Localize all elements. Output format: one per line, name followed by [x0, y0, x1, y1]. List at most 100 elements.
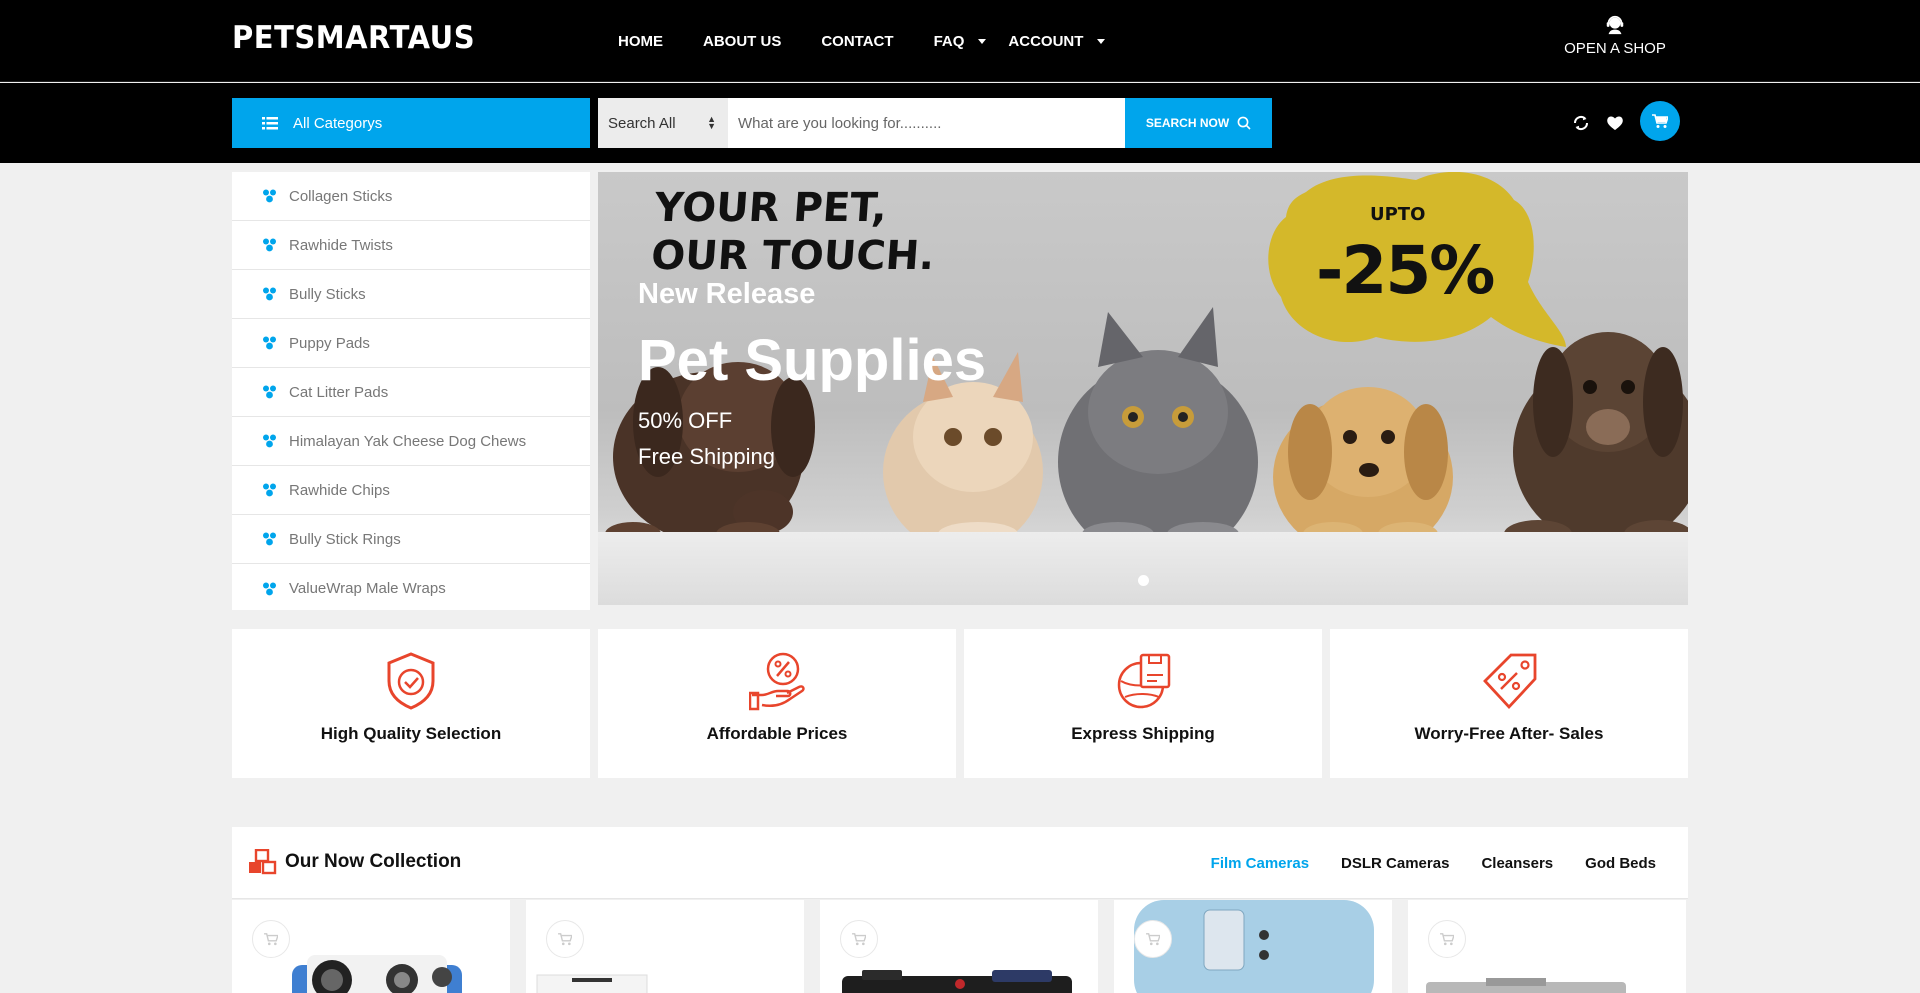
all-categories-button[interactable]: All Categorys [232, 98, 590, 148]
hand-percent-icon [749, 652, 805, 711]
feature-title: Affordable Prices [706, 724, 848, 743]
top-header: PETSMARTAUS HOME ABOUT US CONTACT FAQ AC… [0, 0, 1920, 82]
add-to-cart-button[interactable] [840, 920, 878, 958]
product-card[interactable] [232, 900, 510, 993]
banner-title: Pet Supplies [638, 328, 987, 393]
add-to-cart-button[interactable] [1428, 920, 1466, 958]
category-item[interactable]: Bully Sticks [232, 270, 590, 319]
price-tag-icon [1483, 653, 1537, 710]
banner-offer-line: 50% OFF [638, 408, 733, 433]
paw-icon [263, 287, 276, 301]
nav-contact[interactable]: CONTACT [821, 33, 893, 50]
feature-card: Worry-Free After- Sales [1330, 629, 1688, 778]
search-input[interactable] [728, 98, 1125, 148]
product-card[interactable] [1114, 900, 1392, 993]
search-scope-value: Search All [608, 114, 676, 132]
paw-icon [263, 336, 276, 350]
category-item[interactable]: Collagen Sticks [232, 172, 590, 221]
paw-icon [263, 582, 276, 595]
category-item[interactable]: Puppy Pads [232, 319, 590, 368]
category-label: Bully Stick Rings [289, 530, 401, 548]
leica-camera-image [842, 970, 1072, 993]
category-label: Rawhide Chips [289, 481, 390, 499]
category-label: Himalayan Yak Cheese Dog Chews [289, 432, 527, 450]
category-label: Bully Sticks [289, 285, 366, 303]
nav-faq-label: FAQ [933, 32, 965, 50]
category-item[interactable]: Bully Stick Rings [232, 515, 590, 564]
nav-home[interactable]: HOME [618, 33, 663, 50]
main-nav: HOME ABOUT US CONTACT FAQ ACCOUNT [618, 31, 1127, 51]
carousel-dots [1138, 575, 1149, 586]
collection-header: Our Now Collection Film Cameras DSLR Cam… [232, 827, 1688, 899]
open-shop-label: OPEN A SHOP [1564, 40, 1666, 57]
list-icon [262, 116, 278, 129]
tab-god-beds[interactable]: God Beds [1585, 855, 1656, 872]
chevron-down-icon [1097, 38, 1106, 44]
polaroid-box-image [536, 974, 648, 993]
product-card[interactable] [526, 900, 804, 993]
all-categories-label: All Categorys [293, 114, 383, 132]
category-label: Rawhide Twists [289, 236, 393, 254]
paw-icon [263, 434, 276, 448]
paw-icon [263, 483, 276, 497]
paw-icon [263, 238, 276, 252]
select-arrows-icon: ▲ ▼ [707, 114, 716, 131]
carousel-dot[interactable] [1138, 575, 1149, 586]
search-icon [1237, 116, 1251, 130]
product-card[interactable] [820, 900, 1098, 993]
add-to-cart-button[interactable] [1134, 920, 1172, 958]
boxes-icon [249, 849, 277, 875]
tab-film-cameras[interactable]: Film Cameras [1211, 855, 1309, 872]
cart-icon [558, 932, 572, 945]
category-label: Puppy Pads [289, 334, 370, 352]
collection-title: Our Now Collection [285, 851, 462, 872]
banner-shipping-line: Free Shipping [638, 444, 775, 469]
feature-card: Express Shipping [964, 629, 1322, 778]
chevron-down-icon [978, 38, 987, 44]
search-scope-select[interactable]: Search All ▲ ▼ [598, 98, 728, 148]
paw-icon [263, 189, 276, 203]
cart-button[interactable] [1640, 101, 1680, 141]
banner-subtitle: New Release [638, 278, 816, 310]
cart-icon [264, 932, 278, 945]
cart-icon [1652, 113, 1668, 128]
search-button-label: SEARCH NOW [1145, 116, 1230, 130]
category-item[interactable]: ValueWrap Male Wraps [232, 564, 590, 613]
add-to-cart-button[interactable] [546, 920, 584, 958]
tab-dslr-cameras[interactable]: DSLR Cameras [1341, 855, 1449, 872]
nav-account[interactable]: ACCOUNT [1008, 32, 1106, 50]
globe-box-icon [1117, 653, 1171, 709]
category-label: Collagen Sticks [289, 187, 393, 205]
feature-title: Worry-Free After- Sales [1414, 724, 1604, 743]
cart-icon [852, 932, 866, 945]
search-bar: All Categorys Search All ▲▼ SEARCH NOW [0, 83, 1920, 163]
category-item[interactable]: Himalayan Yak Cheese Dog Chews [232, 417, 590, 466]
category-item[interactable]: Rawhide Chips [232, 466, 590, 515]
nav-account-label: ACCOUNT [1008, 32, 1084, 50]
nav-faq[interactable]: FAQ [934, 33, 987, 50]
support-agent-icon [1606, 15, 1624, 35]
cart-icon [1440, 932, 1454, 945]
paw-icon [263, 532, 276, 546]
nav-about-us[interactable]: ABOUT US [703, 33, 781, 50]
collection-tabs: Film Cameras DSLR Cameras Cleansers God … [1179, 855, 1656, 872]
category-label: ValueWrap Male Wraps [289, 580, 446, 597]
open-shop-link[interactable]: OPEN A SHOP [1560, 14, 1670, 57]
search-button[interactable]: SEARCH NOW [1125, 98, 1272, 148]
cart-icon [1146, 932, 1160, 945]
product-card[interactable] [1408, 900, 1686, 993]
site-logo[interactable]: PETSMARTAUS [232, 19, 475, 56]
category-item[interactable]: Cat Litter Pads [232, 368, 590, 417]
category-label: Cat Litter Pads [289, 383, 389, 401]
shield-check-icon [387, 652, 435, 710]
heart-icon[interactable] [1605, 113, 1625, 133]
tab-cleansers[interactable]: Cleansers [1481, 855, 1553, 872]
compare-icon[interactable] [1571, 113, 1591, 133]
banner-ledge [598, 532, 1688, 605]
paw-icon [263, 385, 276, 399]
hero-banner[interactable]: YOUR PET, OUR TOUCH. UPTO -25% New Relea… [598, 172, 1688, 605]
camera-image [292, 955, 462, 993]
feature-title: Express Shipping [1071, 724, 1215, 743]
feature-title: High Quality Selection [320, 724, 502, 743]
category-item[interactable]: Rawhide Twists [232, 221, 590, 270]
